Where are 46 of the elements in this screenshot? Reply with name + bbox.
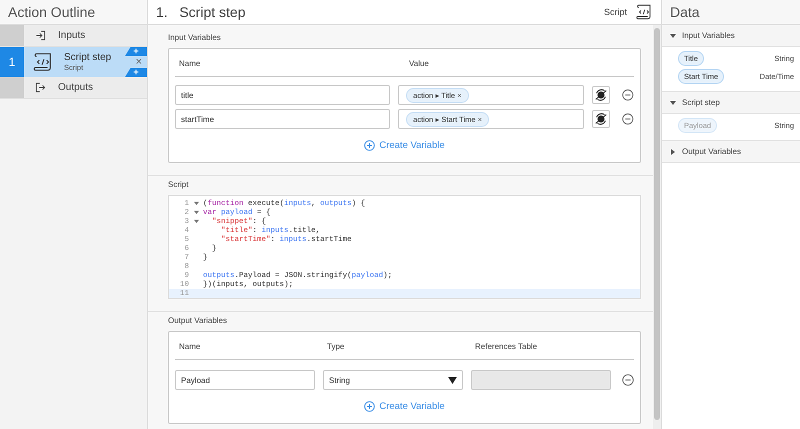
scroll-icon [635,3,653,21]
outline-label: Inputs [58,30,86,41]
panel-title: Action Outline [0,0,147,25]
plus-icon [364,140,376,151]
enter-icon [35,30,46,41]
section-header[interactable]: Output Variables [662,141,800,163]
remove-icon[interactable] [622,89,634,101]
remove-icon[interactable] [622,113,634,125]
section-label: Script [168,180,190,189]
outline-item[interactable]: Outputs [0,77,147,99]
step-title: Script step [64,52,112,63]
exit-icon [35,82,46,93]
expand-icon [670,148,676,154]
column-header: Value [409,59,430,68]
panel-title: Data [662,0,800,25]
column-header: Name [179,342,202,351]
scrollbar-thumb[interactable] [654,28,660,420]
mapping-button[interactable] [592,86,610,104]
column-header: Name [179,59,202,68]
name-field[interactable]: startTime [175,109,390,129]
step-type: Script [604,7,627,17]
mapping-button[interactable] [592,110,610,128]
section-title: Output Variables [682,147,741,156]
step-heading: 1. Script step [156,4,246,20]
remove-icon[interactable] [622,374,634,386]
column-header: Type [327,342,346,351]
section-header[interactable]: Input Variables [662,25,800,47]
collapse-icon [670,32,676,38]
remove-button[interactable]: × [130,56,147,68]
section-title: Script step [682,98,720,107]
section-label: Input Variables [168,33,222,42]
plus-icon [364,401,376,412]
collapse-icon [670,100,676,106]
column-header: References Table [475,342,538,351]
section-header[interactable]: Script step [662,92,800,114]
code-editor[interactable] [168,195,641,299]
step-number: 1 [0,47,24,77]
name-field[interactable]: title [175,85,390,105]
add-step-button[interactable]: + [125,47,147,56]
add-step-button[interactable]: + [125,68,147,77]
outline-label: Outputs [58,82,94,93]
section-title: Input Variables [682,31,735,40]
caret-icon [448,376,457,384]
scroll-icon [32,51,54,73]
section-label: Output Variables [168,316,228,325]
outline-item[interactable]: Inputs [0,25,147,47]
